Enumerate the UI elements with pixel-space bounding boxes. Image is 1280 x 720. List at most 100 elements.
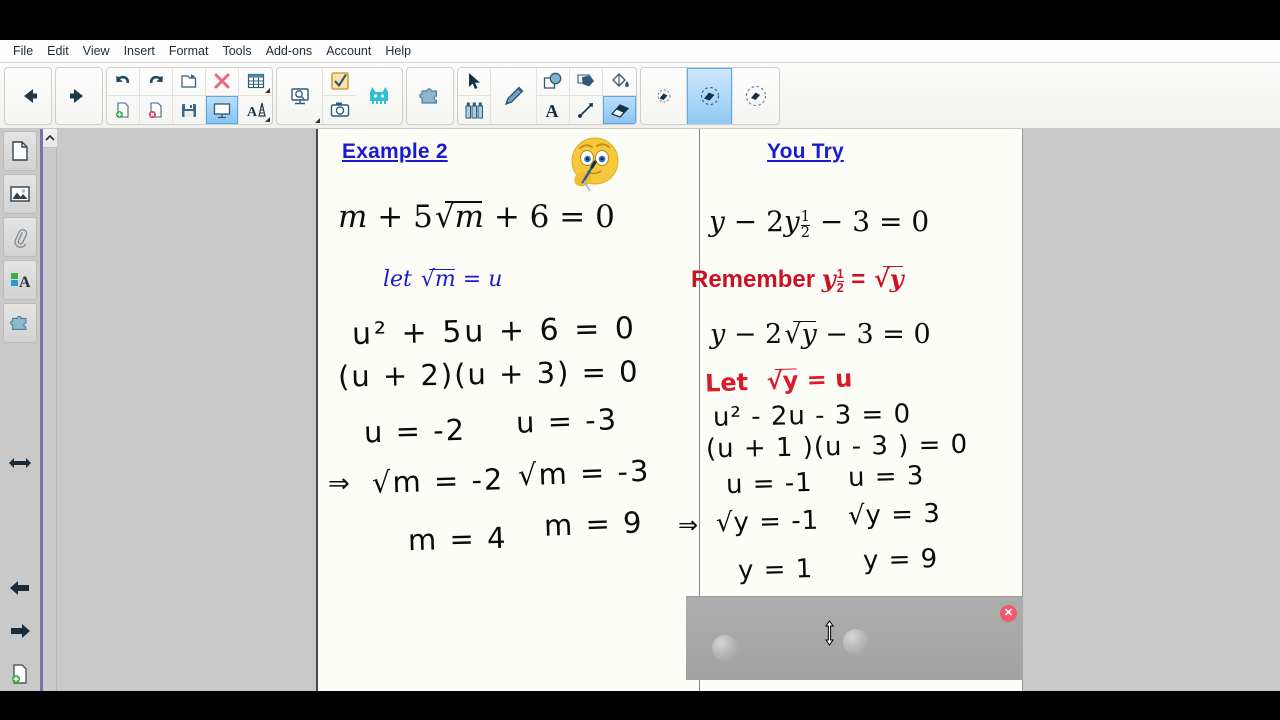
sidebar-item-text[interactable]: A	[3, 260, 37, 300]
text-ruler-icon[interactable]: A	[239, 96, 272, 124]
right-work-line-1: u² - 2u - 3 = 0	[712, 399, 912, 433]
panel-bubble-1[interactable]	[712, 635, 738, 661]
screen-zoom-icon[interactable]	[277, 67, 323, 124]
toolbar-group-view	[276, 66, 403, 125]
svg-text:A: A	[546, 101, 559, 120]
toolbar-group-eraser-sizes	[640, 66, 780, 125]
puzzle-icon[interactable]	[407, 68, 453, 124]
eraser-medium-icon[interactable]	[687, 67, 733, 124]
left-work-line-8: m = 9	[543, 505, 645, 543]
pencil-icon[interactable]	[491, 67, 537, 124]
toolbar-group-navigation	[4, 66, 52, 125]
menu-item-tools[interactable]: Tools	[215, 41, 258, 61]
toolbar-col-open-save	[173, 67, 206, 124]
sidebar-item-image[interactable]	[3, 174, 37, 214]
menu-item-account[interactable]: Account	[319, 41, 378, 61]
page-title: Example 2	[342, 140, 448, 163]
right-work-line-5: √y = -1	[715, 505, 820, 539]
toolbar-group-plugins	[406, 66, 454, 125]
sidebar-resize-handle[interactable]	[3, 443, 37, 483]
shapes-icon[interactable]	[537, 67, 570, 96]
right-work-line-8: y = 9	[862, 544, 939, 576]
delete-x-icon[interactable]	[206, 67, 239, 96]
table-dropdown-corner[interactable]	[265, 87, 270, 93]
application-window: File Edit View Insert Format Tools Add-o…	[0, 0, 1280, 720]
menu-item-addons[interactable]: Add-ons	[259, 41, 320, 61]
left-implies-symbol: ⇒	[328, 469, 350, 499]
left-work-line-7: m = 4	[407, 520, 508, 558]
undo-icon[interactable]	[107, 67, 140, 96]
sidebar-prev-page[interactable]	[3, 568, 37, 608]
toolbar-col-delete-present	[206, 67, 239, 124]
presentation-icon[interactable]	[206, 95, 239, 124]
thinking-face-with-pencil-emoji	[563, 133, 625, 195]
floating-gray-panel[interactable]: ✕	[686, 596, 1023, 680]
toolbar-col-table-text: A	[239, 68, 272, 124]
left-equation: m + 5 √m + 6 = 0	[338, 199, 615, 235]
new-page-icon[interactable]	[107, 95, 140, 124]
right-work-line-7: y = 1	[737, 554, 814, 586]
left-work-line-1: u² + 5u + 6 = 0	[351, 311, 638, 352]
menu-item-view[interactable]: View	[76, 41, 117, 61]
right-equation-exponent: y − 2y 1 2 − 3 = 0	[709, 205, 930, 241]
right-work-line-3: u = -1	[725, 467, 814, 501]
eraser-icon[interactable]	[603, 95, 636, 124]
main-toolbar: A A	[0, 63, 1280, 187]
toolbar-col-redo-delpage	[140, 67, 173, 124]
table-icon[interactable]	[239, 68, 272, 96]
close-icon[interactable]: ✕	[1000, 605, 1017, 622]
toolbar-col-undo-redo	[107, 67, 140, 124]
save-icon[interactable]	[173, 95, 206, 124]
remember-label: Remember	[691, 266, 816, 293]
open-folder-icon[interactable]	[173, 67, 206, 96]
menu-item-insert[interactable]: Insert	[117, 41, 162, 61]
camera-icon[interactable]	[323, 96, 356, 124]
eraser-small-icon[interactable]	[641, 67, 687, 124]
sidebar-item-page[interactable]	[3, 131, 37, 171]
top-letterbox	[0, 0, 1280, 40]
left-work-line-4: u = -3	[515, 402, 619, 440]
pointer-icon[interactable]	[458, 67, 491, 96]
mascot-icon[interactable]	[356, 68, 402, 124]
forward-arrow-icon[interactable]	[56, 68, 102, 124]
toolbar-col-pointer-markers	[458, 67, 491, 124]
text-dropdown-corner[interactable]	[265, 116, 270, 122]
view-dropdown-corner[interactable]	[315, 117, 320, 123]
checkbox-icon[interactable]	[323, 68, 356, 96]
panel-bubble-2[interactable]	[843, 629, 869, 655]
delete-page-icon[interactable]	[140, 95, 173, 124]
menu-bar: File Edit View Insert Format Tools Add-o…	[0, 40, 1280, 63]
right-implies-symbol: ⇒	[678, 511, 699, 539]
sidebar-item-addons[interactable]	[3, 303, 37, 343]
left-work-line-2: (u + 2)(u + 3) = 0	[337, 354, 640, 394]
canvas-area[interactable]: Example 2 m + 5 √m + 6 = 0 let √m = u u²…	[57, 129, 1280, 691]
polygon-icon[interactable]	[570, 67, 603, 96]
toolbar-group-navigation-forward	[55, 66, 103, 125]
line-icon[interactable]	[570, 95, 603, 124]
left-substitution-note: let √m = u	[383, 267, 503, 292]
scroll-up-chevron-icon[interactable]	[43, 129, 57, 148]
svg-text:A: A	[19, 274, 31, 290]
vertical-scrollbar[interactable]	[43, 129, 57, 691]
right-substitution-note: Let √y = u	[704, 364, 853, 398]
fill-bucket-icon[interactable]	[603, 68, 636, 96]
menu-item-format[interactable]: Format	[162, 41, 216, 61]
markers-icon[interactable]	[458, 95, 491, 124]
menu-item-file[interactable]: File	[6, 41, 40, 61]
sidebar-item-attachment[interactable]	[3, 217, 37, 257]
bottom-letterbox	[0, 691, 1280, 720]
back-arrow-icon[interactable]	[5, 68, 51, 124]
right-equation-radical: y − 2 √y − 3 = 0	[710, 319, 931, 350]
vertical-resize-cursor	[824, 620, 835, 646]
redo-icon[interactable]	[140, 67, 173, 96]
remember-note: Remember y12 = √y	[691, 264, 904, 295]
left-work-line-3: u = -2	[363, 412, 467, 450]
toolbar-col-fill-eraser	[603, 68, 636, 124]
svg-text:A: A	[247, 105, 258, 120]
sidebar-next-page[interactable]	[3, 611, 37, 651]
menu-item-help[interactable]: Help	[378, 41, 418, 61]
eraser-large-icon[interactable]	[733, 68, 779, 124]
menu-item-edit[interactable]: Edit	[40, 41, 76, 61]
text-a-icon[interactable]: A	[537, 95, 570, 124]
sidebar-add-page[interactable]	[3, 654, 37, 694]
